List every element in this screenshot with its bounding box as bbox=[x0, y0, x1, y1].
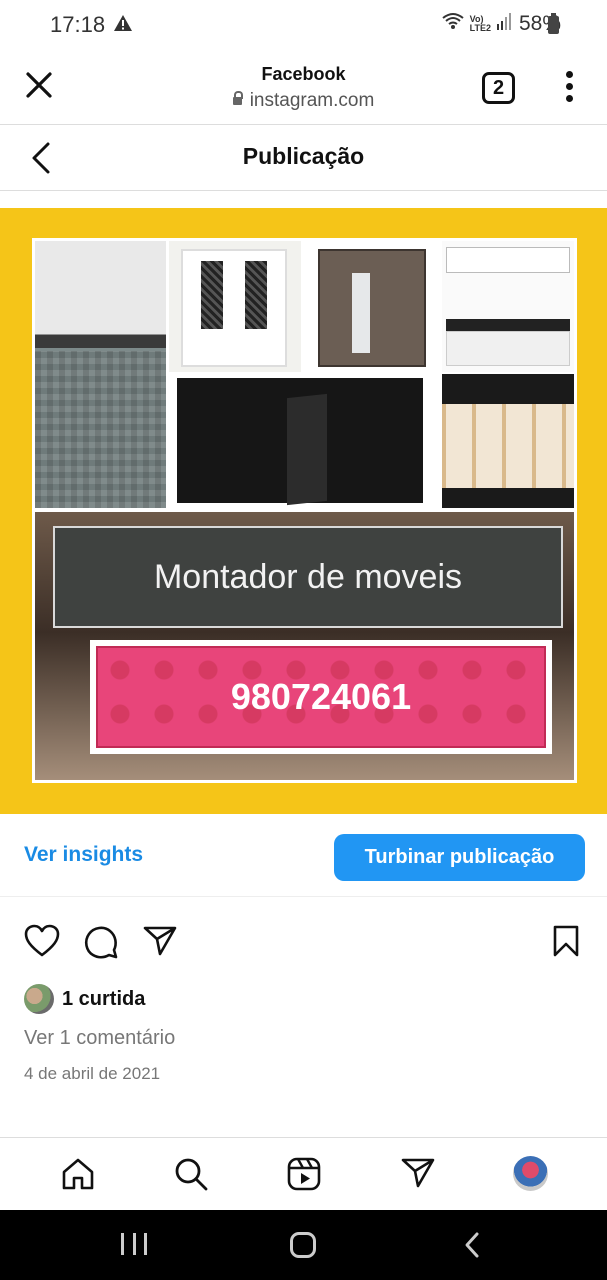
post-date: 4 de abril de 2021 bbox=[24, 1064, 161, 1083]
bookmark-icon[interactable] bbox=[551, 924, 581, 963]
phone-number: 980724061 bbox=[230, 676, 412, 717]
image-collage: Montador de moveis 980724061 bbox=[32, 238, 577, 783]
system-navigation bbox=[0, 1210, 607, 1280]
post-image[interactable]: Montador de moveis 980724061 bbox=[0, 208, 607, 814]
likes-count[interactable]: 1 curtida bbox=[62, 988, 145, 1011]
lock-icon bbox=[232, 91, 243, 105]
recent-apps-icon[interactable] bbox=[121, 1233, 147, 1255]
view-insights-link[interactable]: Ver insights bbox=[24, 843, 143, 867]
direct-icon[interactable] bbox=[400, 1156, 436, 1195]
photo-closet bbox=[442, 374, 574, 508]
browser-toolbar: Facebook instagram.com 2 bbox=[0, 50, 607, 125]
lte-icon: Vo) LTE2 bbox=[469, 14, 491, 33]
post-actions bbox=[0, 920, 607, 968]
service-banner: Montador de moveis bbox=[53, 526, 563, 628]
insights-row: Ver insights Turbinar publicação bbox=[0, 815, 607, 897]
avatar bbox=[24, 984, 54, 1014]
tab-count-button[interactable]: 2 bbox=[482, 72, 515, 104]
profile-avatar[interactable] bbox=[513, 1156, 548, 1191]
status-bar: 17:18 Vo) LTE2 58% bbox=[0, 0, 607, 50]
photo-kitchen bbox=[442, 241, 574, 372]
url-text: instagram.com bbox=[249, 90, 375, 111]
photo-black-cabinet bbox=[169, 374, 437, 508]
phone-banner: 980724061 bbox=[90, 640, 552, 754]
photo-sliding-wardrobe bbox=[304, 241, 436, 372]
home-button-icon[interactable] bbox=[290, 1232, 316, 1258]
photo-white-wardrobe bbox=[169, 241, 301, 372]
reels-icon[interactable] bbox=[286, 1156, 322, 1197]
wifi-icon bbox=[442, 12, 464, 36]
status-time: 17:18 bbox=[50, 12, 106, 37]
service-banner-text: Montador de moveis bbox=[153, 558, 463, 596]
home-icon[interactable] bbox=[60, 1156, 96, 1197]
system-back-icon[interactable] bbox=[462, 1231, 482, 1264]
menu-icon[interactable] bbox=[563, 71, 575, 107]
status-right: Vo) LTE2 58% bbox=[442, 12, 561, 36]
battery-icon bbox=[548, 13, 559, 34]
page-title: Publicação bbox=[242, 143, 365, 169]
post-header: Publicação bbox=[0, 125, 607, 191]
browser-title: Facebook bbox=[261, 64, 346, 84]
browser-url: instagram.com bbox=[232, 90, 375, 112]
photo-room-banner: Montador de moveis 980724061 bbox=[35, 512, 574, 780]
heart-icon[interactable] bbox=[24, 924, 60, 963]
warning-icon bbox=[113, 14, 133, 37]
search-icon[interactable] bbox=[173, 1156, 209, 1197]
boost-post-button[interactable]: Turbinar publicação bbox=[334, 834, 585, 881]
share-icon[interactable] bbox=[142, 924, 178, 963]
view-comments-link[interactable]: Ver 1 comentário bbox=[24, 1027, 175, 1050]
bottom-navigation bbox=[0, 1137, 607, 1210]
signal-icon bbox=[496, 12, 513, 36]
comment-icon[interactable] bbox=[83, 924, 119, 965]
likes-row[interactable]: 1 curtida bbox=[24, 984, 145, 1014]
photo-kitchen-tiles bbox=[35, 241, 166, 508]
browser-title-block: Facebook instagram.com bbox=[0, 64, 607, 112]
